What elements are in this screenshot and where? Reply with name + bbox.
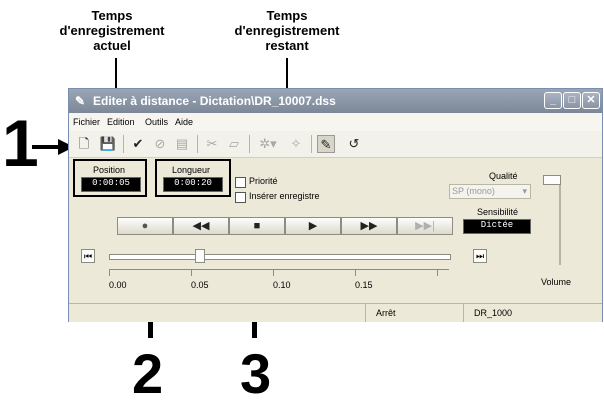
undo-icon[interactable]: ↺ bbox=[345, 135, 363, 153]
tick-mark bbox=[273, 270, 274, 276]
go-start-icon[interactable]: ⏮ bbox=[81, 249, 95, 263]
callout-line: actuel bbox=[93, 38, 131, 53]
tick-label: 0.10 bbox=[273, 280, 291, 290]
end-button[interactable]: ▶▶| bbox=[397, 217, 453, 235]
toolbar-separator bbox=[123, 135, 124, 153]
quality-select[interactable]: SP (mono) ▾ bbox=[449, 184, 531, 199]
quality-label: Qualité bbox=[489, 171, 518, 181]
check-icon[interactable]: ✔ bbox=[129, 135, 147, 153]
status-state: Arrêt bbox=[376, 308, 396, 318]
timeline-thumb[interactable] bbox=[195, 249, 205, 263]
minimize-button[interactable]: _ bbox=[544, 92, 562, 109]
number-two: 2 bbox=[132, 342, 164, 405]
rewind-button[interactable]: ◀◀ bbox=[173, 217, 229, 235]
pen-icon: ✎ bbox=[75, 94, 86, 108]
timeline-ruler: 0.00 0.05 0.10 0.15 bbox=[109, 269, 449, 290]
position-display: 0:00:05 bbox=[81, 177, 141, 192]
tick-mark bbox=[191, 270, 192, 276]
go-end-icon[interactable]: ⏭ bbox=[473, 249, 487, 263]
volume-label: Volume bbox=[541, 277, 572, 287]
callout-line: d'enregistrement bbox=[59, 23, 165, 38]
fast-forward-button[interactable]: ▶▶ bbox=[341, 217, 397, 235]
status-file: DR_1000 bbox=[474, 308, 513, 318]
toolbar-separator bbox=[311, 135, 312, 153]
maximize-button[interactable]: □ bbox=[563, 92, 581, 109]
remote-edit-window: ✎ Editer à distance - Dictation\DR_10007… bbox=[68, 88, 603, 322]
callout-line: Temps bbox=[91, 8, 133, 23]
sensitivity-display[interactable]: Dictée bbox=[463, 219, 531, 234]
title-bar: ✎ Editer à distance - Dictation\DR_10007… bbox=[69, 89, 602, 113]
length-label: Longueur bbox=[172, 165, 211, 175]
paste-icon[interactable]: ▱ bbox=[225, 135, 243, 153]
save-icon[interactable]: 💾 bbox=[99, 135, 117, 153]
volume-slider-track[interactable] bbox=[559, 179, 561, 265]
tick-mark bbox=[437, 270, 438, 276]
volume-slider-thumb[interactable] bbox=[543, 175, 561, 185]
menu-aide[interactable]: Aide bbox=[175, 117, 193, 127]
menu-fichier[interactable]: Fichier bbox=[73, 117, 100, 127]
book-icon[interactable]: ▤ bbox=[173, 135, 191, 153]
window-title: Editer à distance - Dictation\DR_10007.d… bbox=[93, 94, 336, 108]
new-icon[interactable]: 🗋 bbox=[75, 135, 93, 153]
status-cell: DR_1000 bbox=[463, 304, 603, 322]
current-time-callout: Temps d'enregistrement actuel bbox=[42, 8, 182, 53]
tool-icon[interactable]: ✧ bbox=[287, 135, 305, 153]
cut-icon[interactable]: ✂ bbox=[203, 135, 221, 153]
close-button[interactable]: ✕ bbox=[582, 92, 600, 109]
position-group: Position 0:00:05 bbox=[73, 159, 147, 197]
timeline-track[interactable] bbox=[109, 254, 451, 260]
tick-label: 0.15 bbox=[355, 280, 373, 290]
remaining-time-callout: Temps d'enregistrement restant bbox=[212, 8, 362, 53]
record-button[interactable]: ● bbox=[117, 217, 173, 235]
length-display: 0:00:20 bbox=[163, 177, 223, 192]
number-three: 3 bbox=[240, 342, 272, 405]
toolbar-separator bbox=[249, 135, 250, 153]
callout-line: Temps bbox=[266, 8, 308, 23]
quality-value: SP (mono) bbox=[452, 186, 495, 196]
priority-checkbox[interactable] bbox=[235, 177, 246, 188]
length-group: Longueur 0:00:20 bbox=[155, 159, 231, 197]
insert-label: Insérer enregistre bbox=[249, 191, 320, 201]
menu-bar: Fichier Edition Outils Aide bbox=[69, 113, 602, 131]
priority-label: Priorité bbox=[249, 176, 278, 186]
insert-checkbox[interactable] bbox=[235, 192, 246, 203]
play-button[interactable]: ▶ bbox=[285, 217, 341, 235]
tick-label: 0.05 bbox=[191, 280, 209, 290]
menu-outils[interactable]: Outils bbox=[145, 117, 168, 127]
stop-button[interactable]: ■ bbox=[229, 217, 285, 235]
position-label: Position bbox=[93, 165, 126, 175]
tick-mark bbox=[109, 270, 110, 276]
tick-label: 0.00 bbox=[109, 280, 127, 290]
menu-edition[interactable]: Edition bbox=[107, 117, 135, 127]
status-cell: Arrêt bbox=[365, 304, 464, 322]
toolbar-separator bbox=[197, 135, 198, 153]
option-dropdown-icon[interactable]: ✲▾ bbox=[255, 135, 281, 153]
status-bar: Arrêt DR_1000 bbox=[69, 303, 602, 322]
callout-line: d'enregistrement bbox=[234, 23, 340, 38]
cancel-icon[interactable]: ⊘ bbox=[151, 135, 169, 153]
edit-pen-icon[interactable]: ✎ bbox=[317, 135, 335, 153]
chevron-down-icon: ▾ bbox=[522, 186, 527, 196]
toolbar: 🗋 💾 ✔ ⊘ ▤ ✂ ▱ ✲▾ ✧ ✎ ↺ bbox=[69, 131, 602, 158]
sensitivity-label: Sensibilité bbox=[477, 207, 519, 217]
tick-mark bbox=[355, 270, 356, 276]
number-one: 1 bbox=[2, 106, 39, 180]
callout-line: restant bbox=[265, 38, 309, 53]
